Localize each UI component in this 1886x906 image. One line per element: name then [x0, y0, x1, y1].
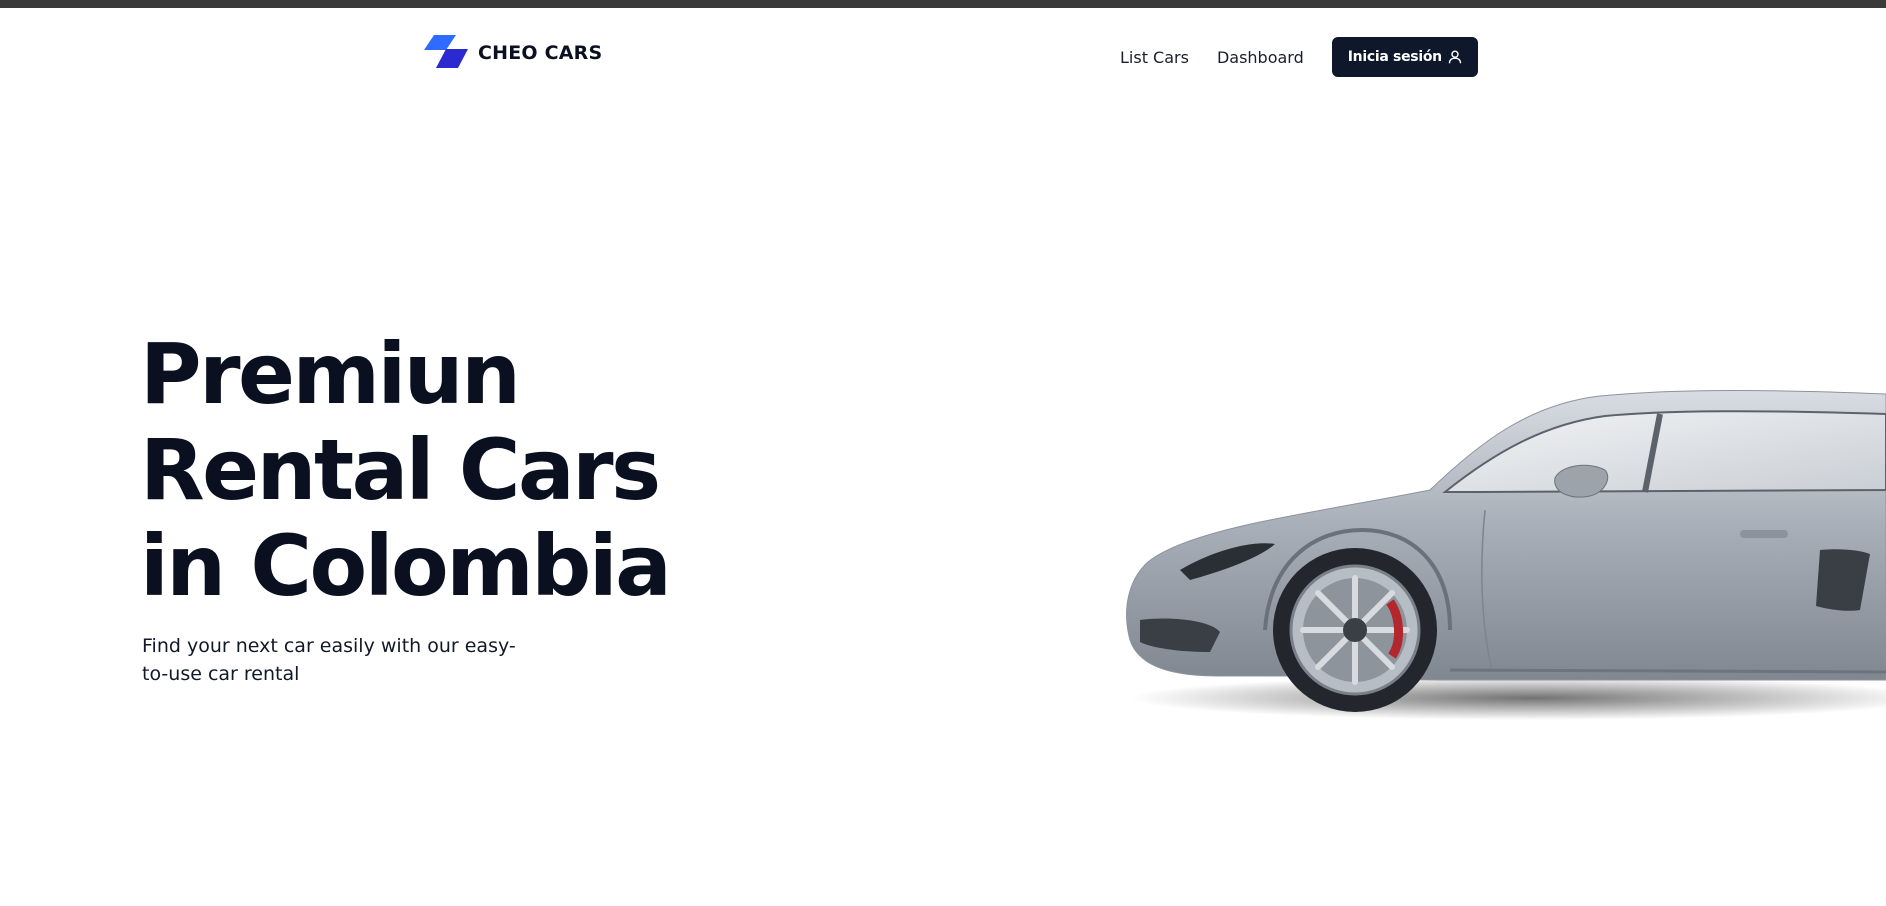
nav-link-list-cars[interactable]: List Cars [1120, 48, 1189, 67]
nav-link-dashboard[interactable]: Dashboard [1217, 48, 1304, 67]
site-header: CHEO CARS List Cars Dashboard Inicia ses… [0, 8, 1886, 90]
logo-mark-icon [424, 35, 468, 68]
brand-name: CHEO CARS [478, 42, 603, 64]
hero-title: Premiun Rental Cars in Colombia [140, 325, 672, 615]
hero-title-line-1: Premiun [140, 325, 521, 423]
login-button-label: Inicia sesión [1347, 49, 1442, 65]
hero-title-line-3: in Colombia [140, 517, 672, 615]
brand-logo-link[interactable]: CHEO CARS [422, 32, 602, 74]
browser-top-bar [0, 0, 1886, 8]
hero-subtitle: Find your next car easily with our easy-… [142, 635, 516, 685]
login-button[interactable]: Inicia sesión [1331, 37, 1478, 77]
hero-title-line-2: Rental Cars [140, 421, 661, 519]
user-icon [1448, 50, 1462, 64]
sports-car-image [1126, 390, 1886, 720]
main-nav: List Cars Dashboard Inicia sesión [1120, 37, 1478, 77]
